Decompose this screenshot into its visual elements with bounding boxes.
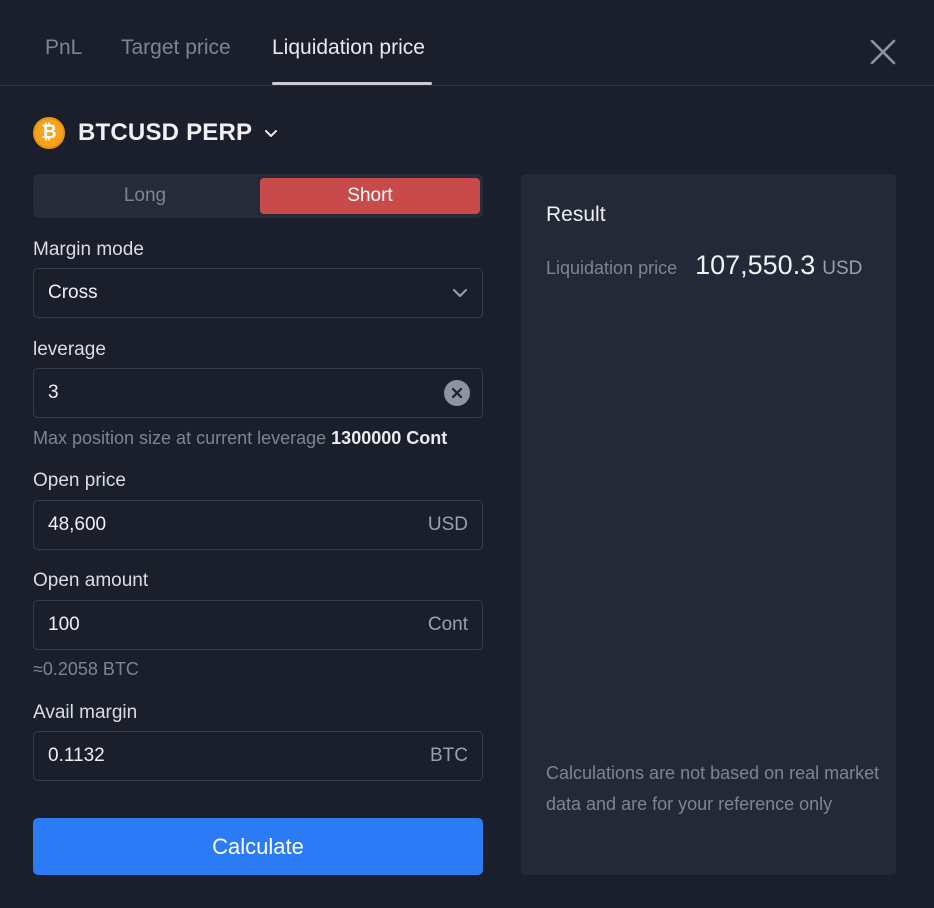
result-row: Liquidation price 107,550.3 USD <box>546 250 862 281</box>
open-price-unit: USD <box>427 514 468 535</box>
margin-mode-select[interactable]: Cross <box>33 268 483 318</box>
side-toggle: Long Short <box>33 174 483 218</box>
leverage-label: leverage <box>33 339 106 360</box>
open-amount-input[interactable]: 100 Cont <box>33 600 483 650</box>
disclaimer-text: Calculations are not based on real marke… <box>546 763 880 814</box>
active-tab-indicator <box>272 82 432 85</box>
max-position-hint-text: Max position size at current leverage <box>33 428 327 448</box>
tab-target-price[interactable]: Target price <box>121 36 231 60</box>
chevron-down-icon <box>265 130 278 137</box>
symbol-name: BTCUSD PERP <box>78 119 253 146</box>
margin-mode-value: Cross <box>48 282 98 303</box>
close-button[interactable] <box>867 36 899 68</box>
avail-margin-label: Avail margin <box>33 702 138 723</box>
result-label: Liquidation price <box>546 258 678 278</box>
result-panel: Result Liquidation price 107,550.3 USD C… <box>521 174 896 875</box>
chevron-down-icon <box>453 289 467 297</box>
tab-pnl[interactable]: PnL <box>45 36 82 60</box>
avail-margin-input[interactable]: 0.1132 BTC <box>33 731 483 781</box>
open-price-value: 48,600 <box>48 514 107 535</box>
avail-margin-value: 0.1132 <box>48 745 105 766</box>
open-amount-label: Open amount <box>33 570 149 591</box>
liquidation-price-value: 107,550.3 <box>695 250 816 280</box>
long-button[interactable]: Long <box>35 178 255 214</box>
bitcoin-icon: ₿ <box>33 117 65 149</box>
liquidation-price-unit: USD <box>822 258 863 279</box>
clear-icon[interactable] <box>444 380 470 406</box>
max-position-hint: Max position size at current leverage 13… <box>33 428 447 449</box>
tab-liquidation-price[interactable]: Liquidation price <box>272 36 425 60</box>
result-title: Result <box>546 203 606 226</box>
close-icon <box>870 39 896 65</box>
open-price-label: Open price <box>33 470 126 491</box>
leverage-value: 3 <box>48 382 59 403</box>
open-amount-approx: ≈0.2058 BTC <box>33 659 139 679</box>
leverage-input[interactable]: 3 <box>33 368 483 418</box>
symbol-selector[interactable]: ₿ BTCUSD PERP <box>33 116 278 150</box>
max-position-value: 1300000 Cont <box>331 428 448 448</box>
open-price-input[interactable]: 48,600 USD <box>33 500 483 550</box>
calculate-button[interactable]: Calculate <box>33 818 483 875</box>
tab-bar: PnL Target price Liquidation price <box>0 0 934 86</box>
open-amount-unit: Cont <box>427 614 468 635</box>
margin-mode-label: Margin mode <box>33 239 144 260</box>
short-button[interactable]: Short <box>260 178 480 214</box>
open-amount-value: 100 <box>48 614 80 635</box>
avail-margin-unit: BTC <box>430 745 468 766</box>
